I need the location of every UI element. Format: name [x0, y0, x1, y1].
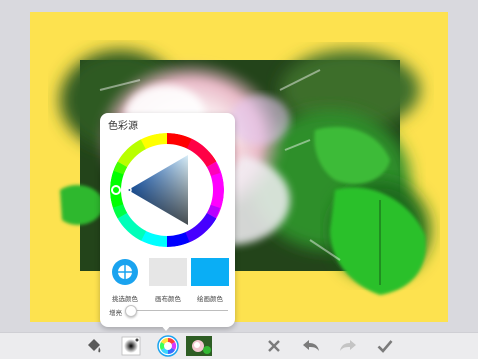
pick-color-swatch[interactable]	[106, 258, 144, 286]
color-wheel-icon	[157, 335, 179, 357]
confirm-button[interactable]	[373, 335, 397, 357]
brightness-slider-track[interactable]	[126, 310, 228, 311]
paint-bucket-icon	[88, 339, 101, 353]
cancel-button[interactable]	[262, 335, 286, 357]
eyedropper-target-icon	[112, 259, 138, 285]
undo-button[interactable]	[299, 335, 323, 357]
brightness-label: 增亮	[109, 309, 122, 317]
color-wheel[interactable]	[110, 133, 224, 247]
artwork-thumbnail-icon	[186, 336, 212, 356]
redo-button[interactable]	[336, 335, 360, 357]
paint-color-label: 绘画颜色	[197, 295, 223, 303]
color-source-popup: 色彩源 挑选颜色 画布颜色 绘画颜色 增亮	[100, 113, 235, 327]
pick-color-label: 挑选颜色	[112, 295, 138, 303]
popup-title: 色彩源	[108, 121, 138, 132]
canvas-color-label: 画布颜色	[155, 295, 181, 303]
brush-tip-button[interactable]	[119, 335, 143, 357]
checkmark-icon	[377, 340, 393, 353]
paint-color-swatch[interactable]	[191, 258, 229, 286]
redo-icon	[340, 340, 356, 351]
artwork-thumbnail-button[interactable]	[185, 335, 213, 357]
bottom-toolbar	[0, 332, 478, 359]
color-wheel-button[interactable]	[156, 335, 180, 357]
brush-tip-icon	[121, 336, 141, 356]
canvas-area[interactable]	[0, 0, 478, 332]
close-icon	[268, 340, 280, 352]
popup-pointer	[159, 323, 173, 331]
undo-icon	[303, 340, 319, 351]
canvas-color-swatch[interactable]	[149, 258, 187, 286]
brightness-slider-knob[interactable]	[125, 305, 138, 317]
paint-bucket-button[interactable]	[82, 335, 106, 357]
